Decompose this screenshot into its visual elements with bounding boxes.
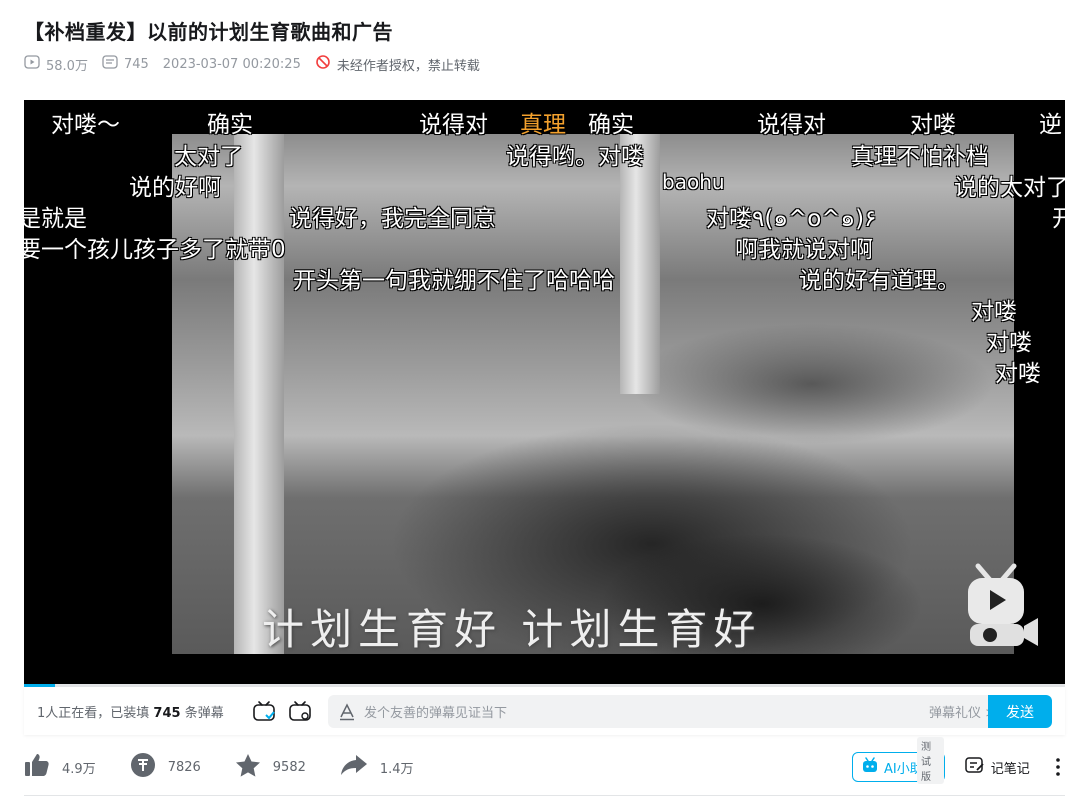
danmaku-count-icon [102,55,124,73]
publish-datetime: 2023-03-07 00:20:25 [162,56,301,72]
views-count: 58.0万 [46,58,88,74]
danmaku-comment: 真理不怕补档 [851,144,989,170]
danmaku-comment: 说得哟。对喽 [506,144,644,170]
danmaku-comment: 对喽 [995,361,1041,387]
copyright-text: 未经作者授权，禁止转载 [336,58,480,74]
danmaku-comment: 太对了 [174,144,243,170]
danmaku-stat: 745 [102,55,149,73]
danmaku-total: 745 [153,705,181,721]
more-options-icon[interactable] [1048,757,1068,777]
danmaku-comment: 说得对 [419,112,488,138]
favorite-count: 9582 [272,759,306,775]
text-style-icon[interactable] [338,702,356,721]
coin-button[interactable]: 7826 [130,752,201,782]
viewers-prefix: 1人正在看，已装填 [37,705,150,721]
coin-icon [130,752,156,782]
viewers-suffix: 条弹幕 [184,705,224,721]
coin-count: 7826 [167,759,201,775]
viewer-status: 1人正在看，已装填 745 条弹幕 [37,702,224,721]
take-notes-label: 记笔记 [990,761,1030,777]
video-meta: 58.0万 745 2023-03-07 00:20:25 未经作者授权，禁止转… [24,54,480,74]
send-danmaku-button[interactable]: 发送 [988,695,1052,728]
share-count: 1.4万 [379,761,414,777]
bilibili-tv-mascot-icon[interactable] [964,560,1044,650]
pillar-right [620,134,660,394]
star-icon [235,753,261,782]
prohibited-icon [315,54,337,74]
danmaku-input-placeholder: 发个友善的弹幕见证当下 [364,706,508,721]
favorite-button[interactable]: 9582 [235,753,306,782]
danmaku-count: 745 [123,56,149,72]
danmaku-comment: 说得对 [757,112,826,138]
danmaku-comment: 开 [1052,206,1065,232]
danmaku-comment: 对喽 [986,330,1032,356]
danmaku-comment: 啊我就说对啊 [735,237,873,263]
share-button[interactable]: 1.4万 [340,753,414,781]
copyright-notice: 未经作者授权，禁止转载 [315,54,480,74]
section-divider [24,795,1065,796]
robot-icon [861,757,879,777]
danmaku-settings-icon[interactable] [288,699,312,723]
danmaku-comment: 确实 [588,112,634,138]
danmaku-bar: 1人正在看，已装填 745 条弹幕 发个友善的弹幕见证当下 弹幕礼仪 > 发送 [24,687,1065,735]
like-button[interactable]: 4.9万 [24,753,96,781]
danmaku-comment: 逆 [1039,112,1062,138]
right-tools: 测试版 AI小助手 记笔记 [852,737,1068,784]
danmaku-comment: 确实 [207,112,253,138]
danmaku-toggle-icon[interactable] [252,699,276,723]
danmaku-comment: 对喽 [910,112,956,138]
beta-badge: 测试版 [917,737,944,784]
take-notes-button[interactable]: 记笔记 [964,756,1030,778]
danmaku-comment: 对喽～ [51,112,120,138]
danmaku-comment: 说得好，我完全同意 [289,206,496,232]
video-player[interactable]: 计划生育好 计划生育好 对喽～ 确实 说得对 真理 确实 说得对 对喽 逆 太对… [24,100,1065,685]
ai-assistant-button[interactable]: 测试版 AI小助手 [852,737,945,784]
pillar-left [234,134,284,654]
play-count-icon [24,55,46,73]
danmaku-comment-highlighted: 真理 [520,112,566,138]
danmaku-comment: 对喽 [971,299,1017,325]
danmaku-comment: 是就是 [24,206,87,232]
share-arrow-icon [340,753,368,781]
danmaku-comment: baohu [662,170,725,194]
danmaku-comment: 说的好有道理。 [799,268,960,294]
video-actions: 4.9万 7826 9582 1.4万 [24,752,448,782]
video-title: 【补档重发】以前的计划生育歌曲和广告 [24,20,393,44]
danmaku-comment: 开头第一句我就绷不住了哈哈哈 [293,268,615,294]
thumbs-up-icon [24,753,50,781]
danmaku-comment: 说的好啊 [129,175,221,201]
danmaku-etiquette-link[interactable]: 弹幕礼仪 > [929,702,996,721]
like-count: 4.9万 [62,761,96,777]
video-hard-subtitle: 计划生育好 计划生育好 [262,605,762,654]
danmaku-comment: 说的太对了 [954,175,1065,201]
danmaku-input[interactable]: 发个友善的弹幕见证当下 弹幕礼仪 > [328,695,1008,728]
note-edit-icon [964,756,985,778]
danmaku-comment: 要一个孩儿孩子多了就带0 [24,237,286,263]
views-stat: 58.0万 [24,55,88,74]
